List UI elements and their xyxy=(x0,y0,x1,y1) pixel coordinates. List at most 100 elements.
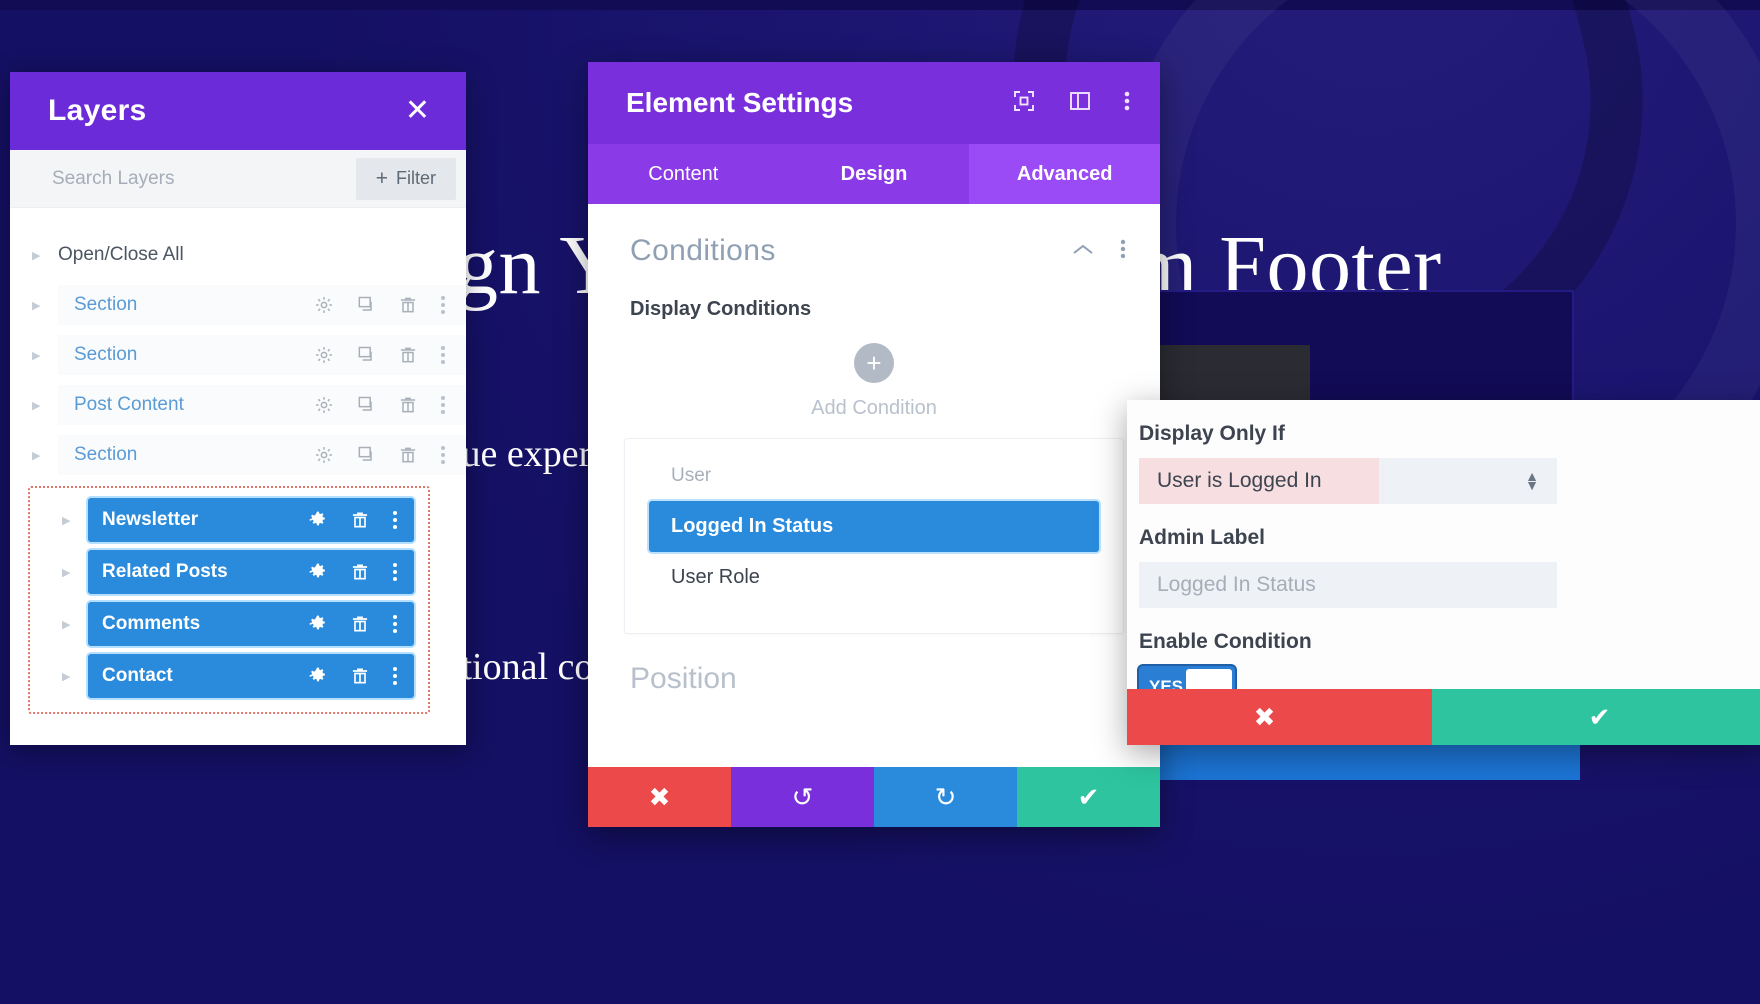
layer-name: Contact xyxy=(102,665,173,686)
layer-name: Related Posts xyxy=(102,561,228,582)
gear-icon[interactable] xyxy=(314,395,334,415)
element-settings-panel: Element Settings Content Design Advanced… xyxy=(588,62,1160,827)
layer-name: Post Content xyxy=(74,394,184,415)
undo-button[interactable]: ↺ xyxy=(731,767,874,827)
enable-condition-label: Enable Condition xyxy=(1139,630,1312,653)
option-user-role[interactable]: User Role xyxy=(649,552,1099,603)
condition-popup-footer: ✖ ✔ xyxy=(1127,689,1760,745)
gear-icon[interactable] xyxy=(314,345,334,365)
layer-row[interactable]: ▶ Post Content xyxy=(10,380,466,430)
duplicate-icon[interactable] xyxy=(356,445,376,465)
gear-icon[interactable] xyxy=(314,295,334,315)
save-button[interactable]: ✔ xyxy=(1017,767,1160,827)
more-vertical-icon[interactable] xyxy=(392,563,398,581)
background-blue-bar xyxy=(1160,742,1580,780)
layers-panel-header: Layers ✕ xyxy=(10,72,466,150)
cancel-button[interactable]: ✖ xyxy=(588,767,731,827)
admin-label-input[interactable]: Logged In Status xyxy=(1139,562,1557,608)
duplicate-icon[interactable] xyxy=(356,295,376,315)
more-vertical-icon[interactable] xyxy=(392,667,398,685)
add-condition-button[interactable]: + Add Condition xyxy=(588,343,1160,420)
chevron-right-icon[interactable]: ▶ xyxy=(32,399,58,412)
layer-name: Section xyxy=(74,344,138,365)
chevron-right-icon[interactable]: ▶ xyxy=(32,349,58,362)
layer-row-open-close-all[interactable]: ▶ Open/Close All xyxy=(10,230,466,280)
layer-row-selected[interactable]: ▶ Newsletter xyxy=(40,498,414,542)
selected-layers-group: ▶ Newsletter ▶ Related Posts ▶ Comments … xyxy=(28,486,430,714)
layer-row[interactable]: ▶ Section xyxy=(10,280,466,330)
more-vertical-icon[interactable] xyxy=(392,615,398,633)
layer-name: Comments xyxy=(102,613,201,634)
conditions-title: Conditions xyxy=(630,234,776,267)
more-vertical-icon[interactable] xyxy=(392,511,398,529)
trash-icon[interactable] xyxy=(350,666,370,686)
trash-icon[interactable] xyxy=(350,510,370,530)
gear-icon[interactable] xyxy=(308,562,328,582)
trash-icon[interactable] xyxy=(398,395,418,415)
responsive-view-icon[interactable] xyxy=(1012,89,1036,118)
display-only-if-select[interactable]: User is Logged In ▲ ▼ xyxy=(1139,458,1557,504)
more-vertical-icon[interactable] xyxy=(440,296,446,314)
gear-icon[interactable] xyxy=(314,445,334,465)
layer-name: Section xyxy=(74,444,138,465)
open-close-all-label: Open/Close All xyxy=(58,244,184,265)
plus-icon: + xyxy=(375,167,388,190)
condition-options-card: User Logged In Status User Role xyxy=(624,438,1124,634)
chevron-right-icon[interactable]: ▶ xyxy=(32,299,58,312)
layer-row[interactable]: ▶ Section xyxy=(10,330,466,380)
gear-icon[interactable] xyxy=(308,510,328,530)
more-vertical-icon[interactable] xyxy=(440,346,446,364)
chevron-right-icon[interactable]: ▶ xyxy=(62,670,88,683)
trash-icon[interactable] xyxy=(350,562,370,582)
more-vertical-icon[interactable] xyxy=(440,396,446,414)
display-only-if-value: User is Logged In xyxy=(1139,458,1379,504)
settings-footer: ✖ ↺ ↻ ✔ xyxy=(588,767,1160,827)
layout-panel-icon[interactable] xyxy=(1068,89,1092,118)
gear-icon[interactable] xyxy=(308,614,328,634)
chevron-right-icon[interactable]: ▶ xyxy=(62,618,88,631)
cancel-button[interactable]: ✖ xyxy=(1127,689,1432,745)
layer-row-selected[interactable]: ▶ Comments xyxy=(40,602,414,646)
chevron-right-icon[interactable]: ▶ xyxy=(32,249,58,262)
condition-settings-popup: Display Only If User is Logged In ▲ ▼ Adm… xyxy=(1127,400,1760,745)
filter-button-label: Filter xyxy=(396,168,436,188)
layer-row[interactable]: ▶ Section xyxy=(10,430,466,480)
gear-icon[interactable] xyxy=(308,666,328,686)
chevron-right-icon[interactable]: ▶ xyxy=(62,566,88,579)
layers-panel-title: Layers xyxy=(48,94,147,127)
layer-name: Newsletter xyxy=(102,509,199,530)
plus-icon: + xyxy=(854,343,894,383)
layer-list: ▶ Open/Close All ▶ Section ▶ Section ▶ P… xyxy=(10,208,466,714)
tab-content[interactable]: Content xyxy=(588,144,779,204)
tab-advanced[interactable]: Advanced xyxy=(969,144,1160,204)
display-only-if-label: Display Only If xyxy=(1139,422,1285,445)
duplicate-icon[interactable] xyxy=(356,345,376,365)
trash-icon[interactable] xyxy=(398,445,418,465)
redo-button[interactable]: ↻ xyxy=(874,767,1017,827)
position-section-title[interactable]: Position xyxy=(588,634,1160,696)
filter-button[interactable]: + Filter xyxy=(355,157,456,200)
more-vertical-icon[interactable] xyxy=(1120,238,1126,265)
chevron-up-icon[interactable] xyxy=(1072,240,1094,263)
layer-row-selected[interactable]: ▶ Contact xyxy=(40,654,414,698)
duplicate-icon[interactable] xyxy=(356,395,376,415)
chevron-right-icon[interactable]: ▶ xyxy=(62,514,88,527)
layers-panel: Layers ✕ Search Layers + Filter ▶ Open/C… xyxy=(10,72,466,745)
trash-icon[interactable] xyxy=(398,295,418,315)
layer-row-selected[interactable]: ▶ Related Posts xyxy=(40,550,414,594)
option-logged-in-status[interactable]: Logged In Status xyxy=(649,501,1099,552)
settings-body: Conditions Display Conditions + Add Cond… xyxy=(588,204,1160,767)
trash-icon[interactable] xyxy=(398,345,418,365)
element-settings-title: Element Settings xyxy=(626,87,854,118)
close-icon[interactable]: ✕ xyxy=(405,96,430,126)
save-button[interactable]: ✔ xyxy=(1432,689,1760,745)
more-vertical-icon[interactable] xyxy=(440,446,446,464)
more-vertical-icon[interactable] xyxy=(1124,89,1130,118)
tab-design[interactable]: Design xyxy=(779,144,970,204)
trash-icon[interactable] xyxy=(350,614,370,634)
search-layers-input[interactable]: Search Layers xyxy=(52,168,175,190)
add-condition-label: Add Condition xyxy=(811,397,937,419)
settings-tabs: Content Design Advanced xyxy=(588,144,1160,204)
element-settings-header: Element Settings xyxy=(588,62,1160,144)
chevron-right-icon[interactable]: ▶ xyxy=(32,449,58,462)
